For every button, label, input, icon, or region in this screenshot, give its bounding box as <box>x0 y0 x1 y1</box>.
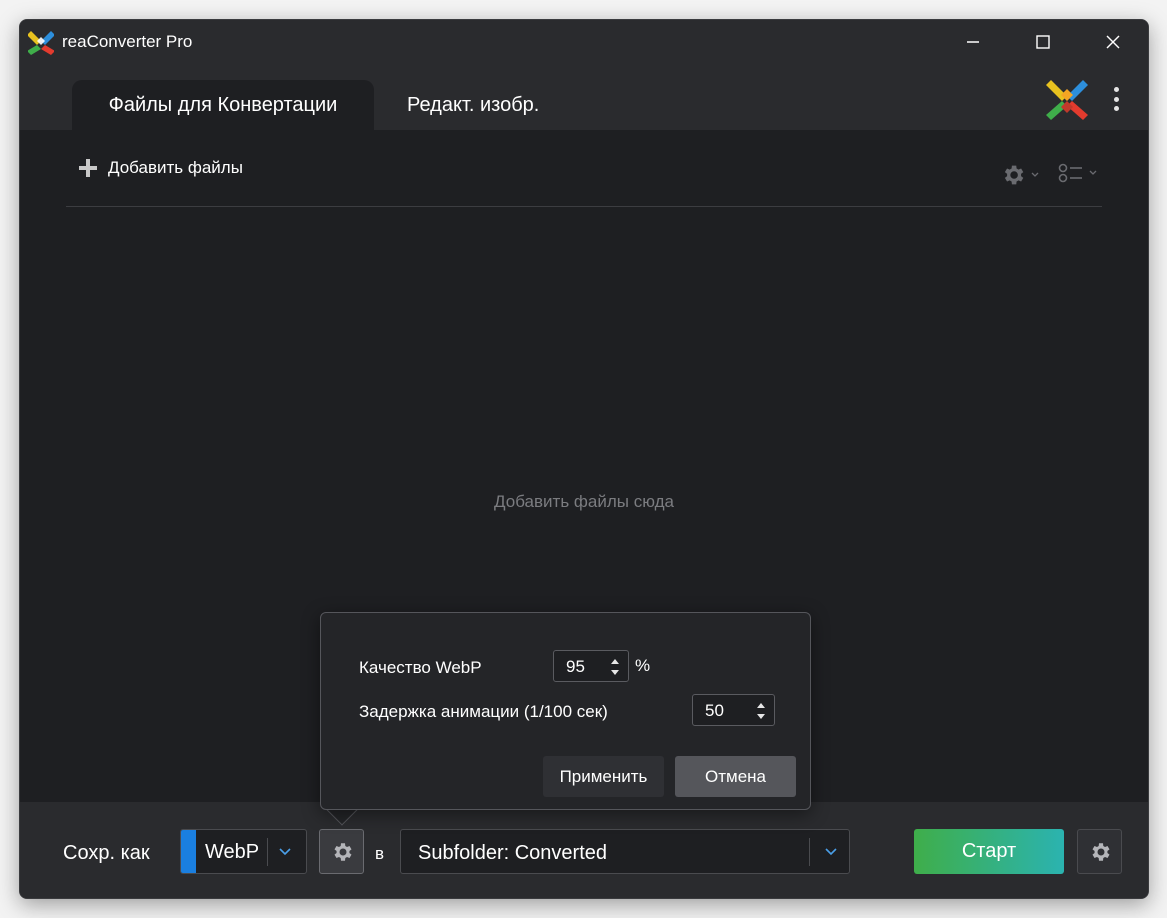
chevron-down-icon <box>1089 170 1097 175</box>
chevron-down-icon <box>825 848 837 856</box>
apply-button[interactable]: Применить <box>543 756 664 797</box>
stepper-arrows-icon[interactable] <box>609 656 621 678</box>
list-view-icon <box>1058 163 1082 183</box>
tab-files-label: Файлы для Конвертации <box>108 93 338 116</box>
quality-label: Качество WebP <box>359 658 482 677</box>
window-title: reaConverter Pro <box>62 32 193 51</box>
maximize-icon <box>1036 35 1050 49</box>
animation-delay-value: 50 <box>705 701 724 720</box>
gear-icon <box>1092 842 1109 861</box>
output-format-select[interactable]: WebP <box>180 829 307 874</box>
close-icon <box>1106 35 1120 49</box>
quality-stepper[interactable]: 95 <box>553 650 629 682</box>
animation-delay-label: Задержка анимации (1/100 сек) <box>359 702 608 721</box>
reaconverter-logo-icon[interactable] <box>1046 78 1088 120</box>
save-as-label: Сохр. как <box>63 842 150 864</box>
tab-image-edit[interactable]: Редакт. изобр. <box>407 80 539 130</box>
destination-folder-select[interactable]: Subfolder: Converted <box>400 829 850 874</box>
gear-icon <box>1004 165 1024 185</box>
more-options-icon-dot <box>1113 96 1119 102</box>
global-settings-button[interactable] <box>1077 829 1122 874</box>
add-files-button[interactable]: Добавить файлы <box>78 158 243 178</box>
cancel-button[interactable]: Отмена <box>675 756 796 797</box>
plus-icon <box>79 159 97 177</box>
maximize-button[interactable] <box>1008 20 1078 64</box>
destination-prefix-label: в <box>375 844 385 863</box>
more-options-icon-dot <box>1113 87 1119 92</box>
apply-label: Применить <box>559 766 648 786</box>
divider <box>809 838 810 866</box>
minimize-button[interactable] <box>938 20 1008 64</box>
minimize-icon <box>967 41 979 43</box>
add-files-label: Добавить файлы <box>108 158 243 177</box>
chevron-down-icon <box>279 848 291 856</box>
drop-zone-hint[interactable]: Добавить файлы сюда <box>20 492 1148 512</box>
file-toolbar: Добавить файлы <box>66 130 1102 207</box>
more-options-button[interactable] <box>1104 84 1128 114</box>
title-bar: reaConverter Pro <box>20 20 1148 64</box>
format-settings-button[interactable] <box>319 829 364 874</box>
close-button[interactable] <box>1078 20 1148 64</box>
tab-files-for-conversion[interactable]: Файлы для Конвертации <box>72 80 374 130</box>
destination-value: Subfolder: Converted <box>418 842 608 864</box>
tab-edit-label: Редакт. изобр. <box>407 93 540 116</box>
bottom-bar: Сохр. как WebP в Subfolder: Converted Ст… <box>20 802 1148 898</box>
app-window: reaConverter Pro Файлы для Конвертации Р… <box>19 19 1149 899</box>
quality-value: 95 <box>566 657 585 676</box>
format-value: WebP <box>205 841 260 863</box>
stepper-arrows-icon[interactable] <box>755 700 767 722</box>
animation-delay-stepper[interactable]: 50 <box>692 694 775 726</box>
tab-strip: Файлы для Конвертации Редакт. изобр. <box>20 64 1148 130</box>
quality-unit: % <box>635 656 651 675</box>
webp-settings-popup: Качество WebP 95 % Задержка анимации (1/… <box>320 612 811 810</box>
list-settings-dropdown[interactable] <box>1000 162 1040 188</box>
more-options-icon-dot <box>1113 106 1119 111</box>
divider <box>267 838 268 866</box>
format-color-indicator <box>181 830 196 873</box>
chevron-down-icon <box>1031 172 1039 177</box>
gear-icon <box>334 842 351 861</box>
view-mode-dropdown[interactable] <box>1058 162 1098 184</box>
start-button[interactable]: Старт <box>914 829 1064 874</box>
app-logo-icon <box>28 31 54 55</box>
cancel-label: Отмена <box>705 766 766 786</box>
start-label: Старт <box>961 840 1017 862</box>
